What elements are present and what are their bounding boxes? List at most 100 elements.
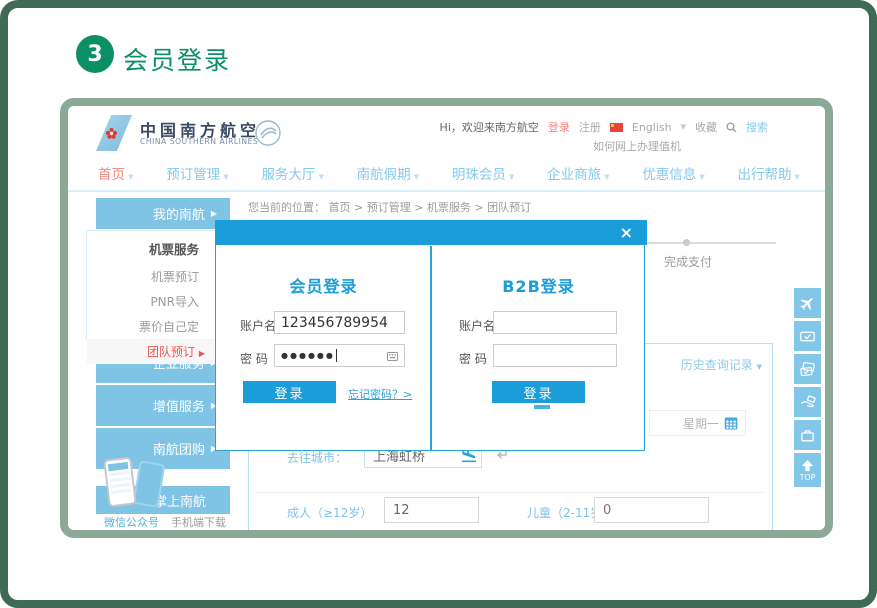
topbar: Hi，欢迎来南方航空 登录 注册 English ▼ 收藏 搜索	[440, 119, 768, 135]
text-cursor	[336, 349, 337, 362]
member-username-label: 账户名	[240, 317, 276, 334]
secure-keyboard-icon[interactable]	[387, 352, 398, 361]
history-records-dropdown[interactable]: 历史查询记录 ▼	[681, 356, 762, 373]
flyout-item-group-booking[interactable]: 团队预订 ▶	[87, 339, 217, 364]
tickets-tool-button[interactable]	[794, 354, 821, 384]
arrow-right-icon: ▶	[199, 349, 205, 358]
progress-line	[646, 242, 776, 244]
progress-final-step-label: 完成支付	[664, 253, 712, 270]
b2b-username-input[interactable]	[493, 311, 617, 334]
nav-pearl-member[interactable]: 明珠会员▼	[452, 163, 514, 183]
greeting-text: Hi，欢迎来南方航空	[440, 119, 539, 135]
b2b-password-label: 密 码	[459, 350, 487, 367]
sidebar-item-my-csair[interactable]: 我的南航 ▶	[96, 198, 230, 229]
form-divider	[257, 492, 763, 493]
airplane-icon	[795, 291, 819, 315]
floating-toolbar: TOP	[794, 288, 821, 490]
chevron-down-icon: ▼	[128, 173, 133, 181]
kapok-flower-icon	[105, 127, 118, 140]
favorite-link[interactable]: 收藏	[695, 119, 717, 135]
mobile-app-image	[102, 458, 182, 510]
sidebar-item-value-added-services[interactable]: 增值服务 ▶	[96, 385, 230, 426]
member-login-title: 会员登录	[216, 273, 431, 297]
date-weekday-field[interactable]: 星期一	[649, 410, 746, 436]
phone-mockup	[132, 460, 165, 508]
website-screenshot: 中国南方航空 CHINA SOUTHERN AIRLINES Hi，欢迎来南方航…	[68, 106, 825, 530]
modal-header-bar	[215, 220, 647, 245]
phone-mockup	[103, 456, 137, 507]
nav-service-hall[interactable]: 服务大厅▼	[261, 163, 323, 183]
main-nav: 首页▼ 预订管理▼ 服务大厅▼ 南航假期▼ 明珠会员▼ 企业商旅▼ 优惠信息▼ …	[98, 163, 800, 183]
adult-count-label: 成人（≥12岁）	[287, 504, 372, 521]
calendar-icon	[724, 416, 738, 430]
chevron-down-icon: ▼	[509, 173, 514, 181]
adult-count-input[interactable]	[384, 497, 479, 523]
b2b-password-input[interactable]	[493, 344, 617, 367]
flyout-header: 机票服务	[87, 231, 217, 264]
chevron-down-icon: ▼	[604, 173, 609, 181]
service-tool-button[interactable]	[794, 387, 821, 417]
arrow-right-icon: ▶	[211, 209, 217, 218]
checkin-tool-button[interactable]	[794, 321, 821, 351]
chevron-down-icon: ▼	[757, 363, 762, 371]
chevron-down-icon: ▼	[699, 173, 704, 181]
step-title: 会员登录	[123, 41, 231, 77]
nav-booking-management[interactable]: 预订管理▼	[166, 163, 228, 183]
search-icon[interactable]	[726, 122, 737, 133]
nav-travel-help[interactable]: 出行帮助▼	[738, 163, 800, 183]
tutorial-card: 3 会员登录 中国南方航空 CHINA SOUTHERN AIRLINES	[0, 0, 877, 608]
chevron-down-icon: ▼	[681, 123, 686, 131]
step-number-badge: 3	[76, 35, 114, 73]
arrow-up-icon	[800, 459, 815, 472]
ticket-service-flyout: 机票服务 机票预订 PNR导入 票价自己定 团队预订 ▶	[86, 230, 218, 340]
breadcrumb-path[interactable]: 首页 > 预订管理 > 机票服务 > 团队预订	[329, 201, 532, 214]
skyteam-logo	[254, 119, 282, 147]
online-checkin-link[interactable]: 如何网上办理值机	[593, 138, 681, 154]
close-icon[interactable]: ×	[620, 223, 633, 243]
airline-logo	[96, 115, 132, 151]
forgot-password-link[interactable]: 忘记密码？>	[348, 386, 412, 402]
wechat-account-link[interactable]: 微信公众号	[104, 514, 159, 530]
destination-city-label: 去往城市：	[287, 449, 347, 466]
chevron-down-icon: ▼	[318, 173, 323, 181]
breadcrumb: 您当前的位置： 首页 > 预订管理 > 机票服务 > 团队预订	[248, 199, 531, 215]
member-login-button[interactable]: 登录	[243, 381, 336, 403]
child-count-input[interactable]	[594, 497, 709, 523]
language-selector[interactable]: English	[632, 121, 672, 134]
breadcrumb-prefix: 您当前的位置：	[248, 201, 325, 214]
progress-step-dot	[683, 239, 690, 246]
tickets-check-icon	[799, 361, 816, 378]
b2b-login-title: B2B登录	[431, 273, 646, 297]
screenshot-frame: 中国南方航空 CHINA SOUTHERN AIRLINES Hi，欢迎来南方航…	[60, 98, 833, 538]
sidebar-app-links: 微信公众号 手机端下载	[96, 514, 230, 530]
flyout-item-pnr-import[interactable]: PNR导入	[87, 289, 217, 314]
chevron-down-icon: ▼	[795, 173, 800, 181]
login-link[interactable]: 登录	[548, 119, 570, 135]
nav-underline	[68, 190, 825, 192]
flyout-item-ticket-booking[interactable]: 机票预订	[87, 264, 217, 289]
china-flag-icon	[610, 123, 623, 132]
app-download-link[interactable]: 手机端下载	[171, 514, 226, 530]
briefcase-icon	[799, 427, 816, 444]
chevron-down-icon: ▼	[223, 173, 228, 181]
nav-holidays[interactable]: 南航假期▼	[357, 163, 419, 183]
member-password-label: 密 码	[240, 350, 268, 367]
b2b-login-button[interactable]: 登录	[492, 381, 585, 403]
flyout-item-fare-diy[interactable]: 票价自己定	[87, 314, 217, 339]
login-modal: × 会员登录 账户名 密 码 ●●●●●● 登录 忘记密码？>	[215, 220, 645, 451]
boarding-pass-check-icon	[799, 328, 816, 345]
nav-corporate-travel[interactable]: 企业商旅▼	[547, 163, 609, 183]
search-link[interactable]: 搜索	[746, 119, 768, 135]
register-link[interactable]: 注册	[579, 119, 601, 135]
logo-english-name: CHINA SOUTHERN AIRLINES	[140, 137, 258, 146]
nav-promotions[interactable]: 优惠信息▼	[642, 163, 704, 183]
obscured-text-fragment	[534, 405, 550, 409]
b2b-username-label: 账户名	[459, 317, 495, 334]
back-to-top-button[interactable]: TOP	[794, 453, 821, 487]
baggage-tool-button[interactable]	[794, 420, 821, 450]
chevron-down-icon: ▼	[414, 173, 419, 181]
flight-booking-tool-button[interactable]	[794, 288, 821, 318]
nav-home[interactable]: 首页▼	[98, 163, 133, 183]
member-username-input[interactable]	[274, 311, 405, 334]
member-password-input[interactable]: ●●●●●●	[274, 344, 405, 367]
